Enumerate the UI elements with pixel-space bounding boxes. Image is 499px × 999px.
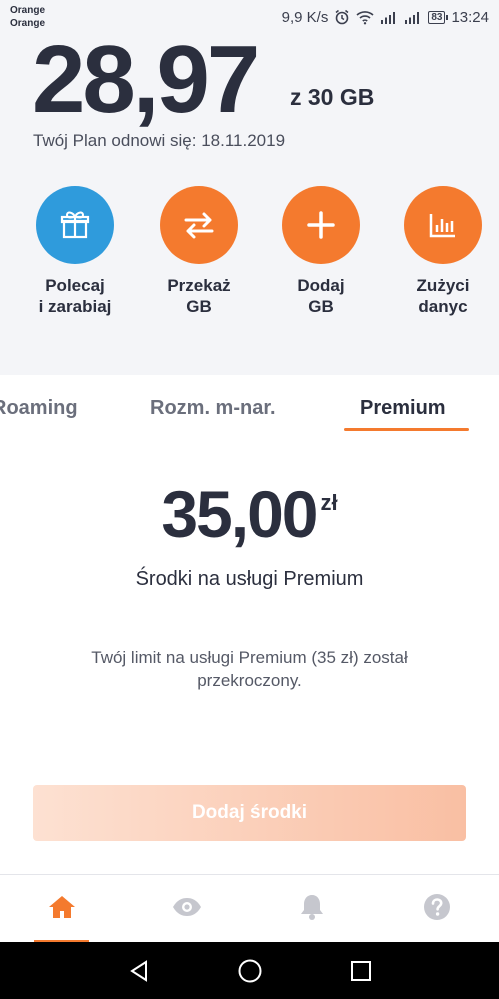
active-tab-indicator xyxy=(344,428,469,431)
service-tabs: Roaming Rozm. m-nar. Premium xyxy=(0,375,499,435)
quick-actions: Polecaj i zarabiaj Przekaż GB Dodaj GB Z… xyxy=(0,186,499,336)
premium-balance: 35,00 zł xyxy=(0,476,499,552)
data-remaining: 28,97 xyxy=(32,26,260,133)
tab-international-calls[interactable]: Rozm. m-nar. xyxy=(150,397,276,420)
tab-roaming[interactable]: Roaming xyxy=(0,397,78,420)
limit-exceeded-message: Twój limit na usługi Premium (35 zł) zos… xyxy=(91,648,408,690)
plus-icon xyxy=(282,186,360,264)
action-label-line: Przekaż xyxy=(167,276,231,295)
clock: 13:24 xyxy=(451,8,489,26)
data-usage-button[interactable]: Zużyci danyc xyxy=(388,186,498,317)
status-indicators: 9,9 K/s 83 13:24 xyxy=(282,8,489,26)
home-icon xyxy=(47,894,77,925)
wifi-icon xyxy=(356,10,374,25)
transfer-arrows-icon xyxy=(160,186,238,264)
nav-home[interactable] xyxy=(0,875,124,943)
nav-help[interactable] xyxy=(375,875,499,943)
home-circle-icon[interactable] xyxy=(235,956,265,986)
premium-caption: Środki na usługi Premium xyxy=(135,568,364,590)
action-label-line: i zarabiaj xyxy=(38,297,112,316)
action-label-line: GB xyxy=(308,297,334,316)
gift-icon xyxy=(36,186,114,264)
premium-currency: zł xyxy=(320,490,338,515)
bar-chart-icon xyxy=(404,186,482,264)
bell-icon xyxy=(299,893,325,926)
data-total: z 30 GB xyxy=(290,84,375,110)
nav-notifications[interactable] xyxy=(250,875,374,943)
carrier-name: Orange xyxy=(10,5,46,16)
premium-amount: 35,00 xyxy=(161,477,318,551)
back-icon[interactable] xyxy=(124,956,154,986)
tab-premium[interactable]: Premium xyxy=(360,397,446,420)
help-icon xyxy=(423,893,451,926)
nav-overview[interactable] xyxy=(125,875,249,943)
eye-icon xyxy=(171,896,203,923)
action-label-line: Polecaj xyxy=(45,276,105,295)
add-funds-button[interactable]: Dodaj środki xyxy=(33,785,466,841)
action-label-line: Zużyci xyxy=(416,276,470,295)
alarm-icon xyxy=(334,9,350,25)
bottom-navigation xyxy=(0,874,499,943)
signal-icon xyxy=(380,10,398,24)
action-label-line: danyc xyxy=(418,297,468,316)
usage-panel: 28,97 z 30 GB Twój Plan odnowi się: 18.1… xyxy=(0,26,499,375)
battery-icon: 83 xyxy=(428,10,449,24)
signal-icon xyxy=(404,10,422,24)
plan-renewal-date: Twój Plan odnowi się: 18.11.2019 xyxy=(33,131,286,150)
transfer-gb-button[interactable]: Przekaż GB xyxy=(144,186,254,317)
system-navigation-bar xyxy=(0,942,499,999)
action-label-line: GB xyxy=(186,297,212,316)
network-speed: 9,9 K/s xyxy=(281,8,329,26)
add-gb-button[interactable]: Dodaj GB xyxy=(266,186,376,317)
action-label-line: Dodaj xyxy=(297,276,345,295)
refer-and-earn-button[interactable]: Polecaj i zarabiaj xyxy=(20,186,130,317)
recents-icon[interactable] xyxy=(346,956,376,986)
